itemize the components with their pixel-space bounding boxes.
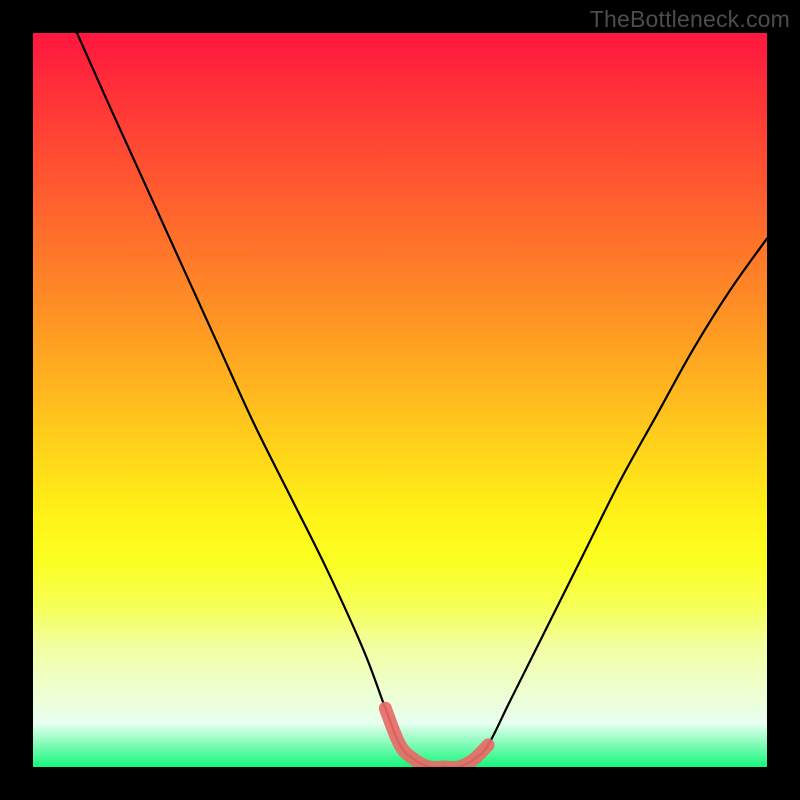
watermark-text: TheBottleneck.com [590,6,790,33]
bottleneck-curve [77,33,767,767]
optimal-zone-highlight [385,708,488,767]
chart-frame: TheBottleneck.com [0,0,800,800]
plot-area [33,33,767,767]
curve-layer [33,33,767,767]
